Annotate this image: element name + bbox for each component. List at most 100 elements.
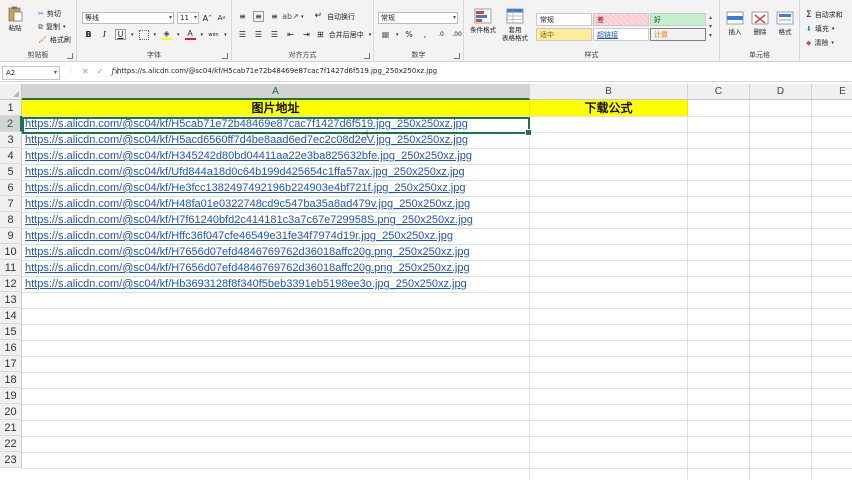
row-header-23[interactable]: 23	[0, 452, 22, 468]
align-top-icon[interactable]: ≡	[237, 11, 248, 22]
increase-font-size-button[interactable]: A ^	[202, 13, 213, 24]
header-cell-a1[interactable]: 图片地址	[22, 100, 530, 116]
clear-button[interactable]: ◆ 清除 ▾	[806, 38, 834, 48]
row-header-17[interactable]: 17	[0, 356, 22, 372]
align-left-icon[interactable]: ☰	[237, 29, 248, 40]
style-normal[interactable]: 常规	[536, 13, 592, 26]
style-good[interactable]: 好	[650, 13, 706, 26]
row-header-5[interactable]: 5	[0, 164, 22, 180]
column-header-c[interactable]: C	[688, 84, 750, 100]
row-header-8[interactable]: 8	[0, 212, 22, 228]
merge-center-button[interactable]: 合并后居中	[329, 30, 364, 40]
format-button[interactable]: 格式	[776, 10, 794, 36]
wrap-text-button[interactable]: 自动换行	[327, 12, 355, 22]
orientation-icon[interactable]: ab↗	[282, 11, 299, 22]
header-cell-b1[interactable]: 下载公式	[530, 100, 688, 116]
row-header-20[interactable]: 20	[0, 404, 22, 420]
paste-button[interactable]: 粘贴	[6, 6, 24, 32]
row-header-7[interactable]: 7	[0, 196, 22, 212]
clipboard-launcher[interactable]	[67, 53, 73, 59]
column-header-d[interactable]: D	[750, 84, 812, 100]
font-size-select[interactable]: 11	[177, 12, 199, 24]
row-header-21[interactable]: 21	[0, 420, 22, 436]
hyperlink-cell[interactable]: https://s.alicdn.com/@sc04/kf/H345242d80…	[25, 148, 472, 164]
align-right-icon[interactable]: ☰	[269, 29, 280, 40]
styles-scroll[interactable]: ▴ ▾ ▾	[709, 13, 712, 40]
conditional-format-button[interactable]: 条件格式	[468, 8, 498, 34]
hyperlink-cell[interactable]: https://s.alicdn.com/@sc04/kf/He3fcc1382…	[25, 180, 465, 196]
row-header-14[interactable]: 14	[0, 308, 22, 324]
row-header-1[interactable]: 1	[0, 100, 22, 116]
column-header-e[interactable]: E	[812, 84, 852, 100]
fill-button[interactable]: ⬇ 填充 ▾	[806, 24, 834, 34]
align-middle-icon[interactable]: ≡	[253, 11, 264, 22]
style-calculation[interactable]: 计算	[650, 28, 706, 41]
number-format-select[interactable]: 常规	[378, 12, 458, 24]
bold-button[interactable]: B	[83, 29, 94, 40]
underline-button[interactable]: U	[115, 29, 126, 40]
hyperlink-cell[interactable]: https://s.alicdn.com/@sc04/kf/Hb3693128f…	[25, 276, 467, 292]
hyperlink-cell[interactable]: https://s.alicdn.com/@sc04/kf/H7656d07ef…	[25, 244, 470, 260]
align-center-icon[interactable]: ☰	[253, 29, 264, 40]
hyperlink-cell[interactable]: https://s.alicdn.com/@sc04/kf/H7f61240bf…	[25, 212, 473, 228]
decrease-font-size-button[interactable]: Av	[216, 13, 227, 24]
font-name-select[interactable]: 等线	[82, 12, 174, 24]
row-header-18[interactable]: 18	[0, 372, 22, 388]
increase-indent-icon[interactable]: ⇥	[301, 29, 312, 40]
row-header-4[interactable]: 4	[0, 148, 22, 164]
hyperlink-cell[interactable]: https://s.alicdn.com/@sc04/kf/H5acd6560f…	[25, 132, 468, 148]
table-format-button[interactable]: 套用 表格格式	[500, 8, 530, 42]
table-format-label: 套用 表格格式	[502, 26, 528, 42]
enter-icon[interactable]: ✓	[97, 67, 104, 76]
style-neutral[interactable]: 适中	[536, 28, 592, 41]
comma-icon[interactable]: ,	[420, 29, 431, 40]
row-header-9[interactable]: 9	[0, 228, 22, 244]
phonetic-icon[interactable]: wén	[208, 29, 219, 40]
delete-button[interactable]: 删除	[751, 10, 769, 36]
hyperlink-cell[interactable]: https://s.alicdn.com/@sc04/kf/H48fa01e03…	[25, 196, 470, 212]
font-color-icon[interactable]: A	[184, 29, 196, 40]
formula-input[interactable]: https://s.alicdn.com/@sc04/kf/H5cab71e72…	[117, 67, 437, 75]
row-header-6[interactable]: 6	[0, 180, 22, 196]
insert-button[interactable]: 插入	[726, 10, 744, 36]
decrease-indent-icon[interactable]: ⇤	[285, 29, 296, 40]
percent-button[interactable]: %	[404, 29, 415, 40]
copy-button[interactable]: ⧉ 复制 ▾	[38, 22, 66, 32]
row-header-22[interactable]: 22	[0, 436, 22, 452]
cancel-icon[interactable]: ✕	[82, 67, 89, 76]
alignment-launcher[interactable]	[364, 53, 370, 59]
border-icon[interactable]	[138, 29, 149, 40]
autosum-button[interactable]: Σ 自动求和	[806, 10, 843, 20]
column-header-b[interactable]: B	[530, 84, 688, 100]
decrease-decimal-icon[interactable]: .00	[452, 29, 463, 40]
select-all-button[interactable]	[0, 84, 22, 100]
increase-decimal-icon[interactable]: .0	[436, 29, 447, 40]
fill-color-icon[interactable]: ◈	[161, 29, 173, 40]
row-header-10[interactable]: 10	[0, 244, 22, 260]
row-header-3[interactable]: 3	[0, 132, 22, 148]
row-header-16[interactable]: 16	[0, 340, 22, 356]
row-header-12[interactable]: 12	[0, 276, 22, 292]
row-header-15[interactable]: 15	[0, 324, 22, 340]
currency-icon[interactable]: ▦	[380, 29, 391, 40]
font-group: 等线 11 A^ Av B I U ▾ ▾ ◈ ▾ A ▾ wén ▾ 字体	[77, 0, 232, 62]
name-box[interactable]: A2	[2, 66, 60, 80]
style-hyperlink[interactable]: 超链接	[593, 28, 649, 41]
autosum-label: 自动求和	[814, 11, 843, 19]
align-bottom-icon[interactable]: ≡	[269, 11, 280, 22]
row-header-13[interactable]: 13	[0, 292, 22, 308]
row-header-19[interactable]: 19	[0, 388, 22, 404]
hyperlink-cell[interactable]: https://s.alicdn.com/@sc04/kf/Ufd844a18d…	[25, 164, 465, 180]
column-header-a[interactable]: A	[22, 84, 530, 100]
row-header-11[interactable]: 11	[0, 260, 22, 276]
number-launcher[interactable]	[454, 53, 460, 59]
hyperlink-cell[interactable]: https://s.alicdn.com/@sc04/kf/H7656d07ef…	[25, 260, 470, 276]
font-launcher[interactable]	[222, 53, 228, 59]
italic-button[interactable]: I	[99, 29, 110, 40]
format-painter-button[interactable]: 🖌 格式刷	[38, 35, 71, 45]
style-bad[interactable]: 差	[593, 13, 649, 26]
hyperlink-cell[interactable]: https://s.alicdn.com/@sc04/kf/Hffc36f047…	[25, 228, 453, 244]
more-icon[interactable]: ⋮	[68, 67, 74, 76]
cut-button[interactable]: ✂ 剪切	[38, 9, 61, 19]
row-header-2[interactable]: 2	[0, 116, 22, 132]
